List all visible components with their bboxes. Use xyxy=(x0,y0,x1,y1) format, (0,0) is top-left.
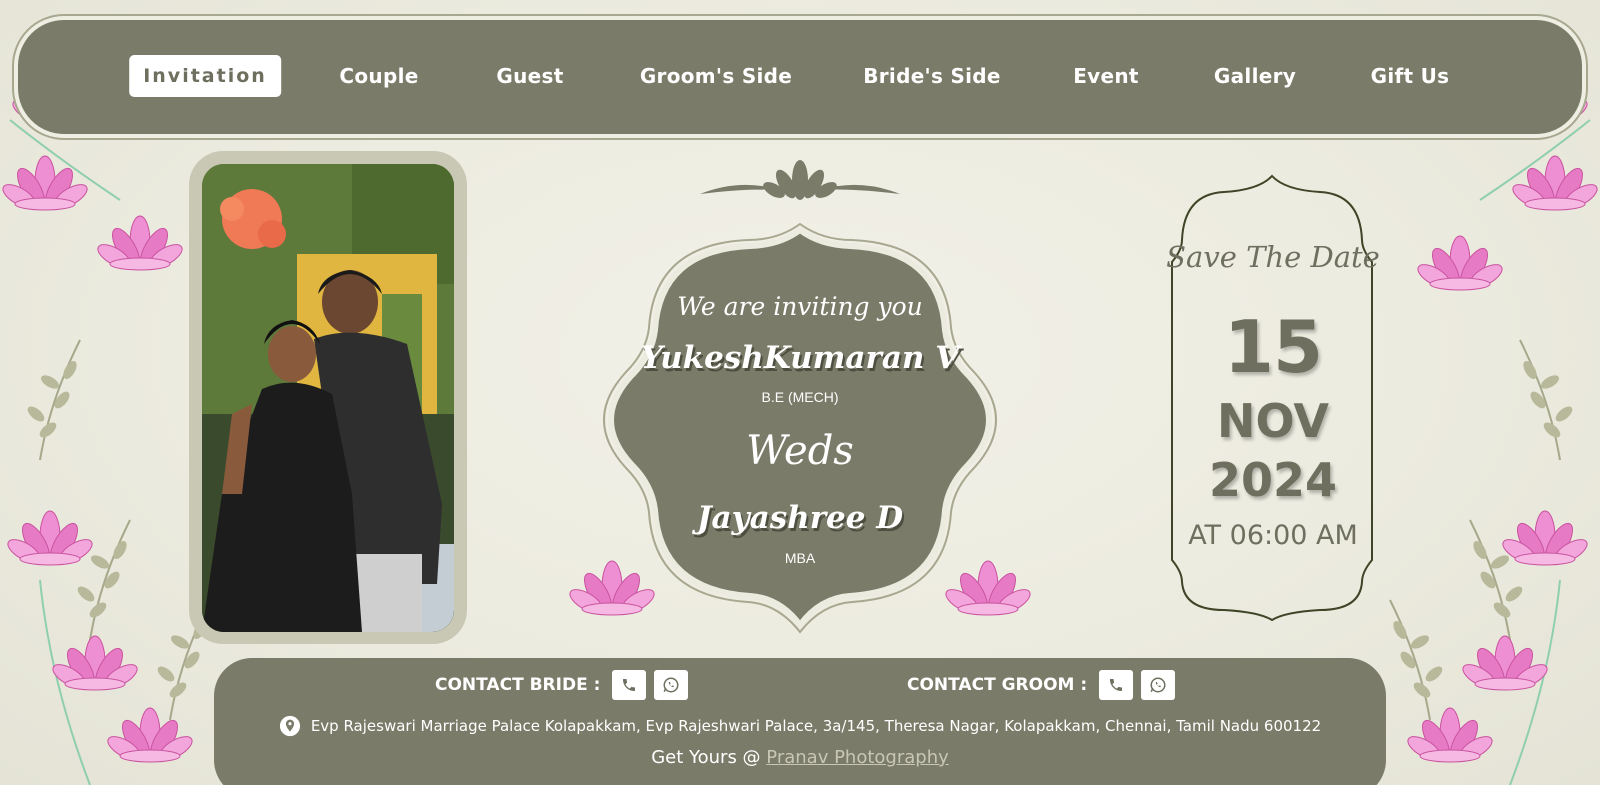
phone-icon xyxy=(623,679,636,691)
groom-name: YukeshKumaran V xyxy=(640,340,960,376)
nav-item-invitation[interactable]: Invitation xyxy=(129,55,281,97)
whatsapp-icon xyxy=(1150,677,1166,693)
bride-degree: MBA xyxy=(784,550,816,566)
location-pin-icon xyxy=(279,715,300,737)
venue-address: Evp Rajeswari Marriage Palace Kolapakkam… xyxy=(214,715,1386,737)
save-the-date-title: Save The Date xyxy=(1166,240,1380,274)
couple-photo xyxy=(202,164,454,632)
bride-phone-button[interactable] xyxy=(612,670,647,700)
venue-address-text: Evp Rajeswari Marriage Palace Kolapakkam… xyxy=(310,717,1322,735)
weds-text: Weds xyxy=(746,428,854,474)
credit-line: Get Yours @ Pranav Photography xyxy=(214,747,1386,768)
whatsapp-icon xyxy=(663,677,679,693)
nav-item-event[interactable]: Event xyxy=(1073,64,1139,88)
nav-item-couple[interactable]: Couple xyxy=(339,64,418,88)
contact-bride-label: CONTACT BRIDE : xyxy=(435,675,601,695)
contact-groom: CONTACT GROOM : xyxy=(907,670,1176,700)
phone-icon xyxy=(1110,679,1123,691)
date-year: 2024 xyxy=(1208,453,1338,507)
credit-link[interactable]: Pranav Photography xyxy=(766,747,948,768)
groom-degree: B.E (MECH) xyxy=(761,389,839,405)
contact-groom-label: CONTACT GROOM : xyxy=(907,675,1088,695)
date-day: 15 xyxy=(1223,305,1323,389)
bride-whatsapp-button[interactable] xyxy=(654,670,689,700)
groom-phone-button[interactable] xyxy=(1099,670,1134,700)
groom-whatsapp-button[interactable] xyxy=(1141,670,1176,700)
contact-bride: CONTACT BRIDE : xyxy=(435,670,689,700)
date-month: NOV xyxy=(1217,394,1329,448)
invite-line: We are inviting you xyxy=(677,292,923,321)
bride-name: Jayashree D xyxy=(696,500,904,536)
credit-prefix: Get Yours @ xyxy=(651,747,767,768)
nav-item-guest[interactable]: Guest xyxy=(496,64,563,88)
event-time: AT 06:00 AM xyxy=(1188,520,1358,551)
